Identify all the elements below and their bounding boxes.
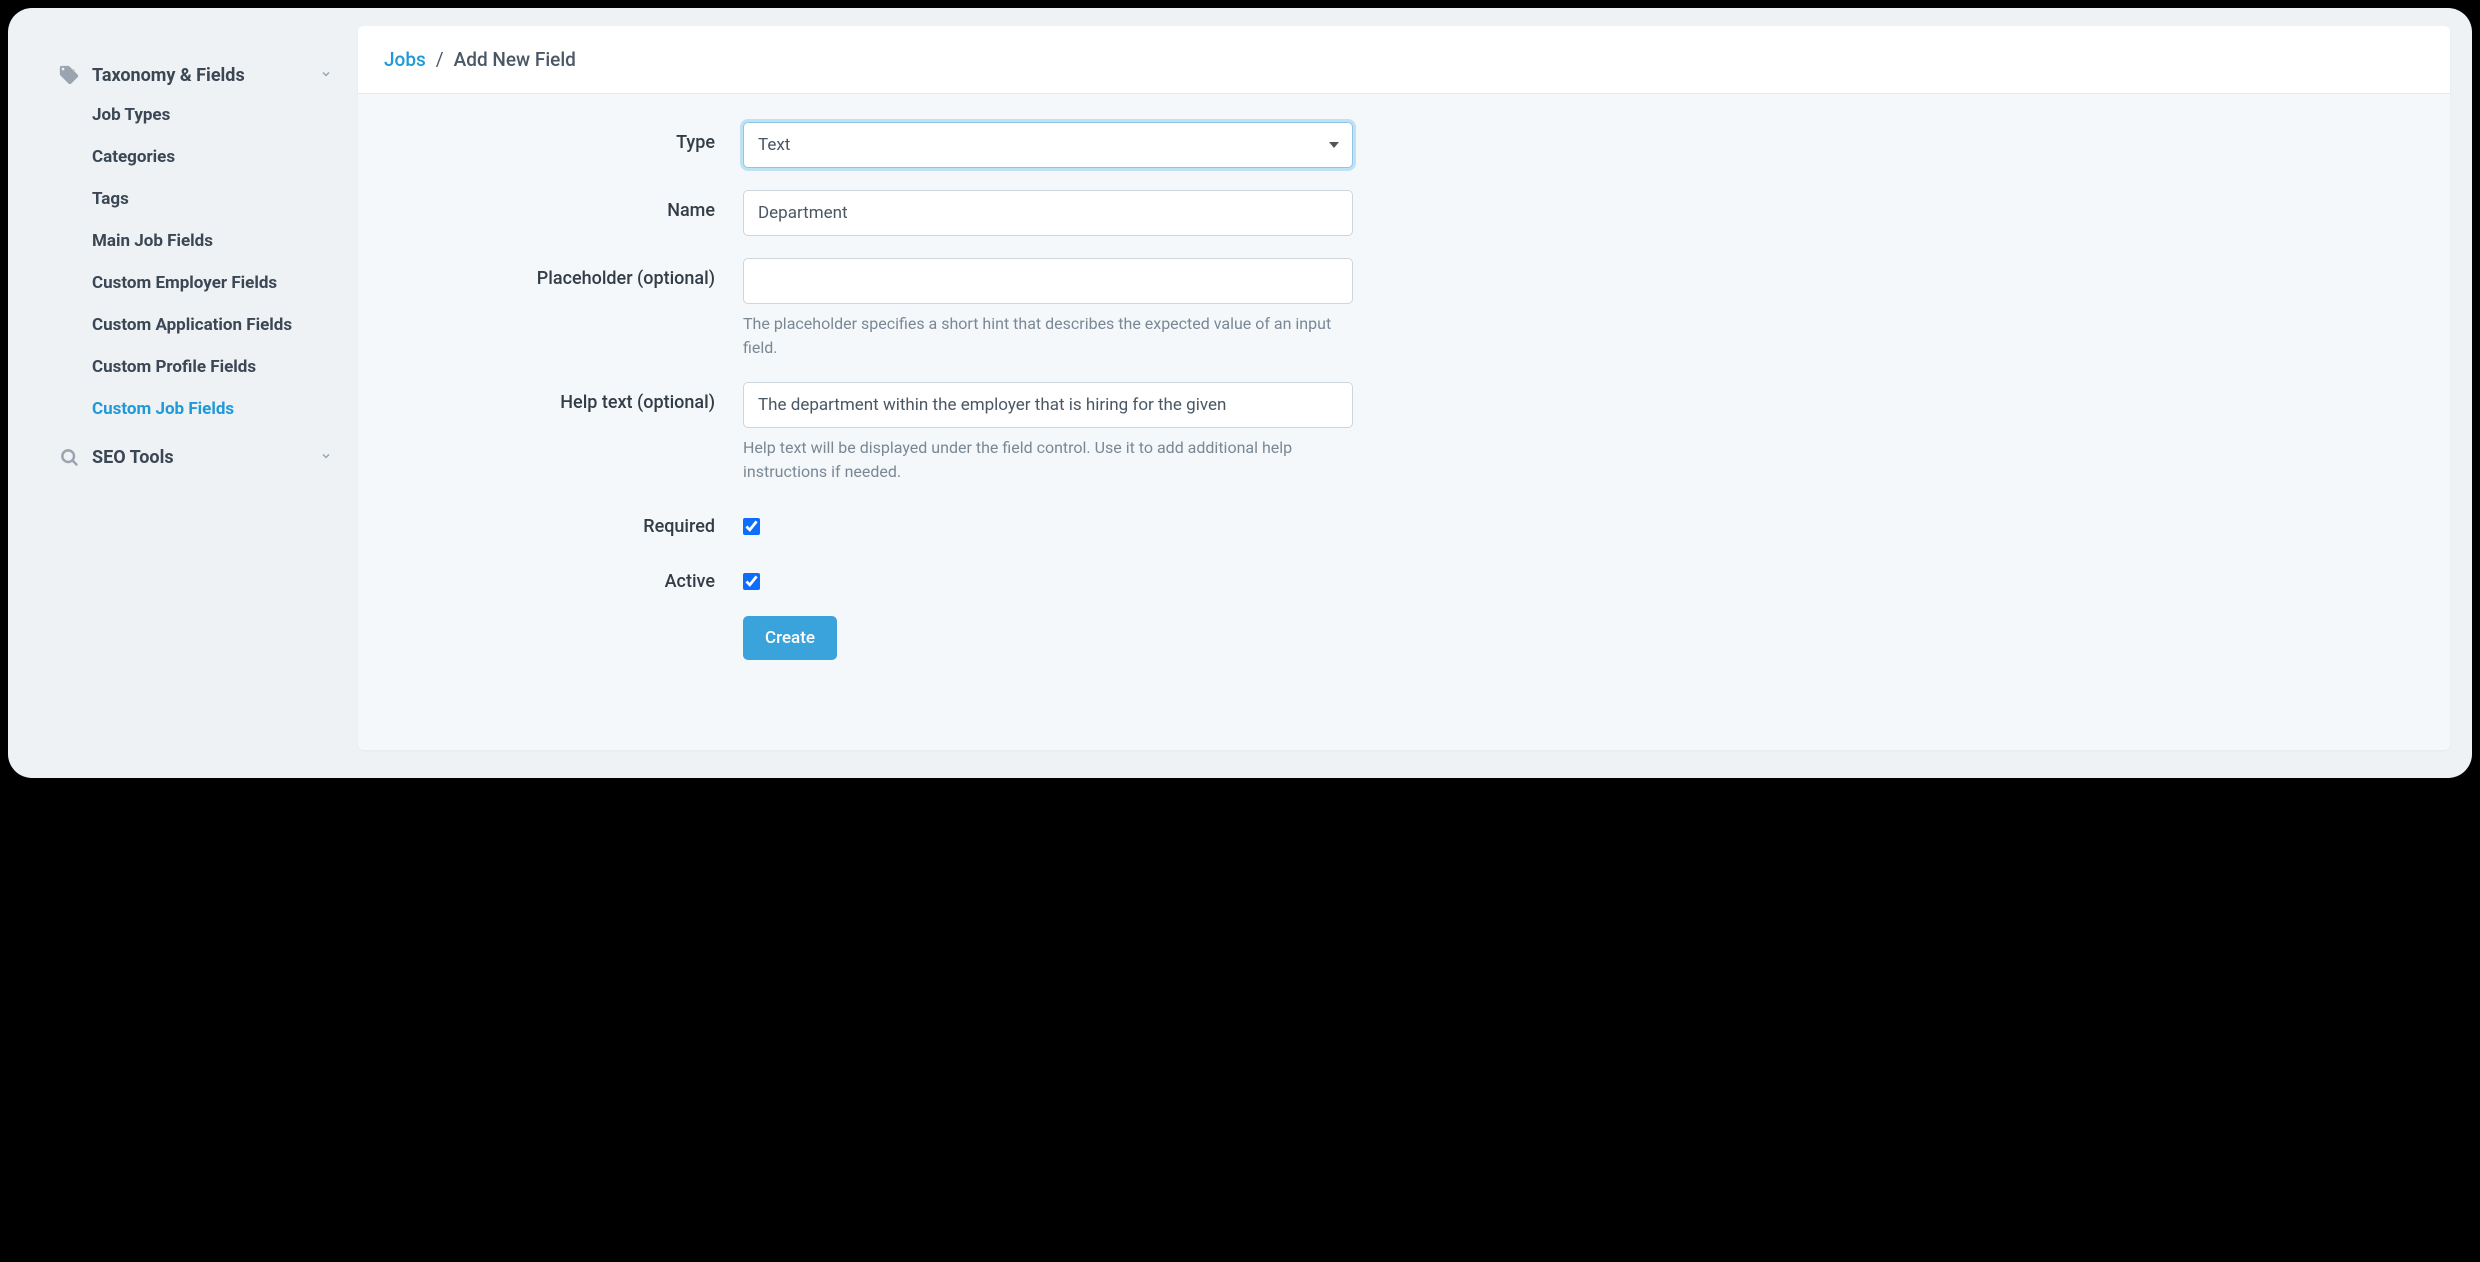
breadcrumb-root-link[interactable]: Jobs	[384, 48, 426, 71]
label-helptext: Help text (optional)	[398, 382, 743, 413]
sidebar-header-taxonomy[interactable]: Taxonomy & Fields	[58, 56, 340, 94]
tag-icon	[58, 64, 80, 86]
placeholder-input[interactable]	[743, 258, 1353, 304]
sidebar-header-seo[interactable]: SEO Tools	[58, 438, 340, 476]
sidebar-item-job-types[interactable]: Job Types	[92, 94, 340, 136]
app-window: Taxonomy & Fields Job Types Categories T…	[8, 8, 2472, 778]
sidebar: Taxonomy & Fields Job Types Categories T…	[30, 26, 340, 750]
form-row-submit: Create	[398, 616, 2410, 660]
name-input[interactable]	[743, 190, 1353, 236]
sidebar-section-taxonomy: Taxonomy & Fields Job Types Categories T…	[58, 56, 340, 430]
sidebar-item-tags[interactable]: Tags	[92, 178, 340, 220]
form-row-name: Name	[398, 190, 2410, 236]
breadcrumb-current: Add New Field	[454, 48, 576, 71]
sidebar-item-custom-profile-fields[interactable]: Custom Profile Fields	[92, 346, 340, 388]
search-icon	[58, 446, 80, 468]
breadcrumb-separator: /	[436, 48, 444, 71]
helptext-input[interactable]	[743, 382, 1353, 428]
chevron-down-icon	[320, 68, 332, 83]
form-row-placeholder: Placeholder (optional) The placeholder s…	[398, 258, 2410, 360]
main-panel: Jobs / Add New Field Type Text Name	[358, 26, 2450, 750]
form-row-type: Type Text	[398, 122, 2410, 168]
sidebar-title-seo: SEO Tools	[92, 447, 174, 468]
sidebar-item-categories[interactable]: Categories	[92, 136, 340, 178]
form-row-active: Active	[398, 561, 2410, 594]
sidebar-items-taxonomy: Job Types Categories Tags Main Job Field…	[58, 94, 340, 430]
breadcrumb: Jobs / Add New Field	[358, 26, 2450, 94]
type-select[interactable]: Text	[743, 122, 1353, 168]
label-type: Type	[398, 122, 743, 153]
sidebar-item-custom-employer-fields[interactable]: Custom Employer Fields	[92, 262, 340, 304]
form-row-required: Required	[398, 506, 2410, 539]
placeholder-help: The placeholder specifies a short hint t…	[743, 312, 1353, 360]
helptext-help: Help text will be displayed under the fi…	[743, 436, 1353, 484]
label-name: Name	[398, 190, 743, 221]
form-area: Type Text Name Placeholder (optional)	[358, 94, 2450, 750]
form-row-helptext: Help text (optional) Help text will be d…	[398, 382, 2410, 484]
chevron-down-icon	[320, 450, 332, 465]
label-active: Active	[398, 561, 743, 592]
label-placeholder: Placeholder (optional)	[398, 258, 743, 289]
required-checkbox[interactable]	[743, 518, 760, 535]
sidebar-item-custom-job-fields[interactable]: Custom Job Fields	[92, 388, 340, 430]
sidebar-item-main-job-fields[interactable]: Main Job Fields	[92, 220, 340, 262]
sidebar-section-seo: SEO Tools	[58, 438, 340, 476]
create-button[interactable]: Create	[743, 616, 837, 660]
active-checkbox[interactable]	[743, 573, 760, 590]
sidebar-item-custom-application-fields[interactable]: Custom Application Fields	[92, 304, 340, 346]
sidebar-title-taxonomy: Taxonomy & Fields	[92, 65, 245, 86]
label-required: Required	[398, 506, 743, 537]
